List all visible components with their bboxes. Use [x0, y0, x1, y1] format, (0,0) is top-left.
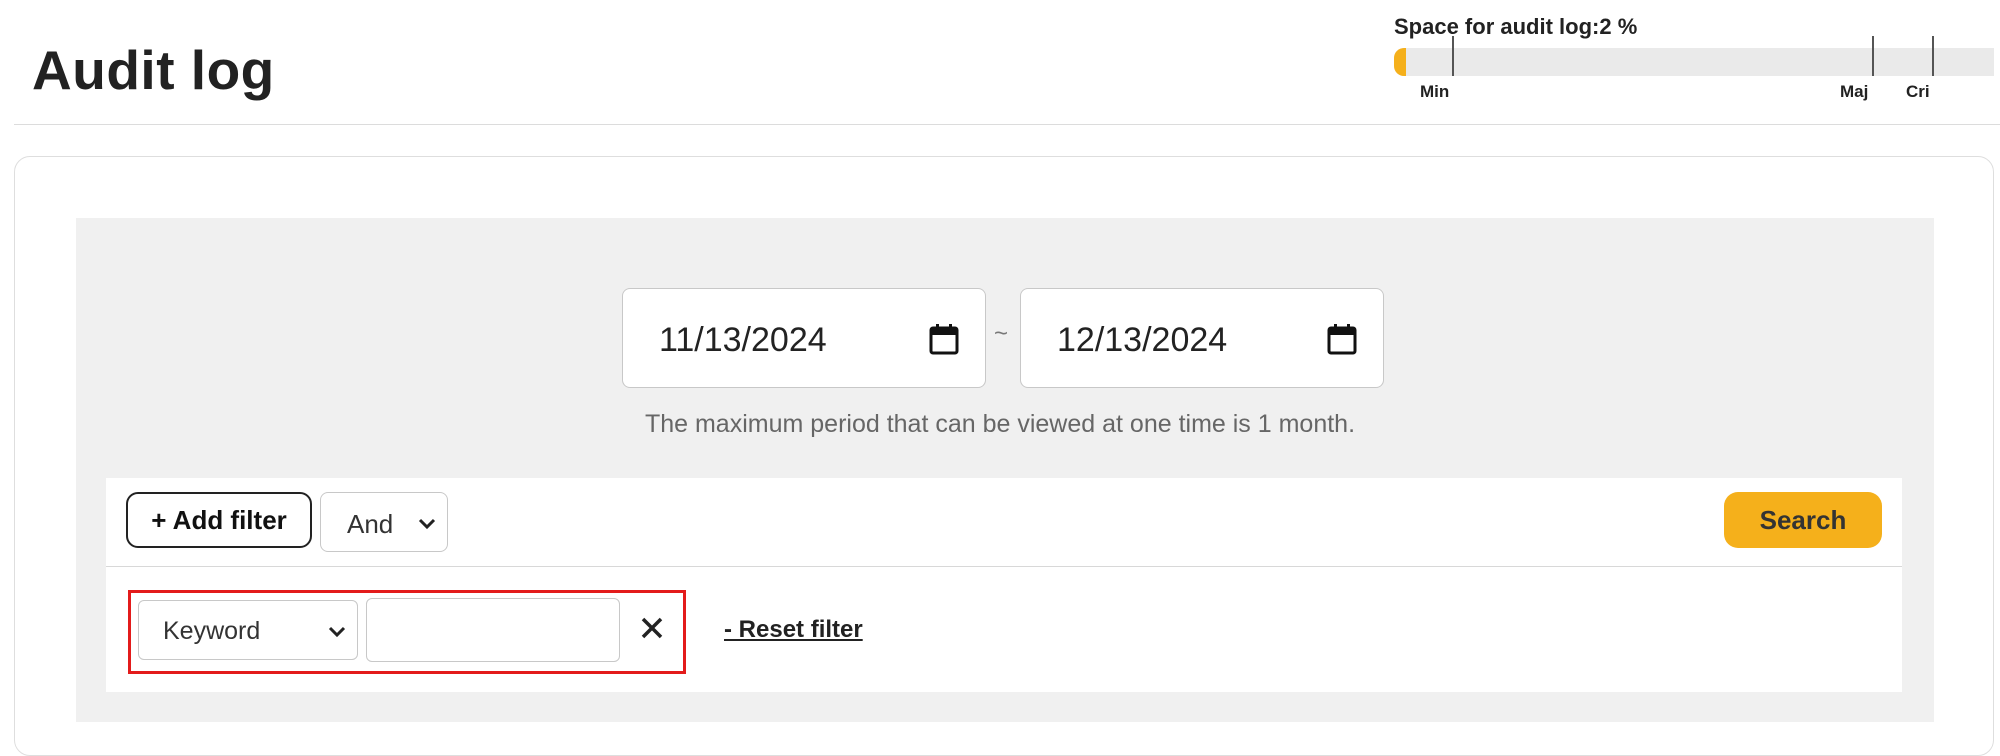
space-usage-track	[1394, 48, 1994, 76]
threshold-tick-min	[1452, 36, 1454, 76]
date-from-value: 11/13/2024	[659, 321, 827, 359]
calendar-icon[interactable]	[929, 323, 959, 355]
audit-log-space-meter: Space for audit log:2 % Min Maj Cri	[1394, 14, 1994, 114]
date-to-value: 12/13/2024	[1057, 321, 1228, 359]
filter-field-value: Keyword	[163, 617, 261, 645]
reset-filter-link[interactable]: - Reset filter	[724, 616, 863, 644]
period-limit-note: The maximum period that can be viewed at…	[644, 410, 1356, 438]
close-icon[interactable]	[638, 614, 666, 642]
threshold-label-min: Min	[1420, 82, 1450, 101]
date-range-separator: ~	[994, 320, 1009, 347]
add-filter-button[interactable]: + Add filter	[126, 492, 312, 548]
space-usage-label: Space for audit log:2 %	[1394, 14, 1638, 39]
keyword-input[interactable]	[366, 598, 620, 662]
threshold-label-maj: Maj	[1840, 82, 1869, 101]
chevron-down-icon	[418, 518, 436, 530]
date-from-input[interactable]: 11/13/2024	[622, 288, 986, 388]
page-title: Audit log	[32, 39, 275, 101]
threshold-label-cri: Cri	[1906, 82, 1930, 101]
header-divider	[14, 124, 2000, 125]
threshold-tick-maj	[1872, 36, 1874, 76]
threshold-tick-cri	[1932, 36, 1934, 76]
filter-field-select[interactable]: Keyword	[138, 600, 358, 660]
filter-logic-select[interactable]: And	[320, 492, 448, 552]
date-to-input[interactable]: 12/13/2024	[1020, 288, 1384, 388]
search-button[interactable]: Search	[1724, 492, 1882, 548]
calendar-icon[interactable]	[1327, 323, 1357, 355]
space-usage-fill	[1394, 48, 1406, 76]
chevron-down-icon	[328, 626, 346, 638]
filter-logic-value: And	[347, 509, 394, 539]
filter-divider	[106, 566, 1902, 567]
